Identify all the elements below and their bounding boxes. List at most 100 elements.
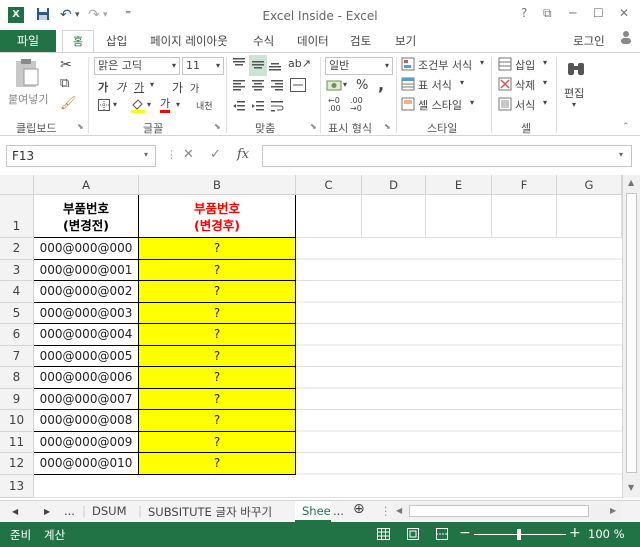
tab-file[interactable]: 파일 <box>0 30 56 52</box>
cell-a[interactable]: 000@000@006 <box>34 367 139 389</box>
cell-a[interactable]: 000@000@005 <box>34 345 139 367</box>
fill-color-icon[interactable] <box>130 97 146 116</box>
tab-review[interactable]: 검토 <box>350 33 371 49</box>
login-link[interactable]: 로그인 <box>573 33 605 49</box>
phonetic-button[interactable]: 내천 <box>196 99 213 112</box>
underline-dropdown-icon[interactable]: ▾ <box>150 80 154 89</box>
conditional-formatting-icon[interactable] <box>401 57 415 74</box>
decrease-decimal-icon[interactable]: .00 →0 <box>350 97 363 113</box>
editing-dropdown-icon[interactable]: ▾ <box>572 100 576 109</box>
cell-b[interactable]: ? <box>139 410 296 432</box>
delete-cells-icon[interactable] <box>498 77 512 94</box>
sheet-ellipsis-right[interactable]: ... <box>333 504 344 518</box>
cell-b[interactable]: ? <box>139 388 296 410</box>
enter-entry-icon[interactable]: ✓ <box>210 147 221 162</box>
increase-indent-icon[interactable] <box>251 99 265 116</box>
horizontal-scrollbar[interactable]: ◀ ▶ <box>393 503 622 520</box>
align-left-icon[interactable] <box>232 78 246 95</box>
font-color-dropdown-icon[interactable]: ▾ <box>176 100 180 109</box>
cell-a[interactable]: 000@000@009 <box>34 431 139 453</box>
font-launcher-icon[interactable]: ⬊ <box>214 122 221 131</box>
sheet-tab-dsum[interactable]: DSUM <box>92 504 127 518</box>
column-header-c[interactable]: C <box>296 175 362 195</box>
name-box-dropdown-icon[interactable]: ▾ <box>144 150 148 159</box>
cell-a[interactable]: 000@000@000 <box>34 238 139 260</box>
column-header-d[interactable]: D <box>362 175 426 195</box>
bold-button[interactable]: 가 <box>98 79 108 95</box>
format-painter-icon[interactable]: 🖌 <box>60 96 77 111</box>
horizontal-scroll-thumb[interactable] <box>409 505 589 517</box>
format-as-table-dropdown-icon[interactable]: ▾ <box>460 78 464 87</box>
font-name-combo[interactable]: 맑은 고딕 ▾ <box>94 57 180 75</box>
name-box[interactable]: F13 <box>6 145 156 167</box>
column-header-g[interactable]: G <box>557 175 622 195</box>
cell-a1[interactable]: 부품번호 (변경전) <box>34 195 139 238</box>
collapse-ribbon-icon[interactable]: ⌃ <box>622 122 630 132</box>
align-bottom-icon[interactable] <box>268 57 282 74</box>
binoculars-icon[interactable] <box>566 59 586 80</box>
comma-button[interactable]: , <box>378 75 384 94</box>
conditional-formatting-dropdown-icon[interactable]: ▾ <box>480 58 484 67</box>
delete-cells-dropdown-icon[interactable]: ▾ <box>543 78 547 87</box>
sheet-tab-active[interactable]: Shee <box>295 501 331 522</box>
cell-a[interactable]: 000@000@008 <box>34 410 139 432</box>
cell-b[interactable]: ? <box>139 367 296 389</box>
column-header-a[interactable]: A <box>34 175 139 195</box>
insert-cells-dropdown-icon[interactable]: ▾ <box>543 58 547 67</box>
cancel-entry-icon[interactable]: ✕ <box>183 147 194 162</box>
column-header-f[interactable]: F <box>492 175 557 195</box>
conditional-formatting-button[interactable]: 조건부 서식 <box>418 57 472 73</box>
scroll-left-icon[interactable]: ◀ <box>396 506 402 515</box>
borders-dropdown-icon[interactable]: ▾ <box>113 100 117 109</box>
tab-page-layout[interactable]: 페이지 레이아웃 <box>150 33 228 49</box>
cell-a[interactable]: 000@000@007 <box>34 388 139 410</box>
format-as-table-button[interactable]: 표 서식 <box>418 77 452 93</box>
font-color-button[interactable]: 가 <box>160 98 171 113</box>
ribbon-display-button[interactable]: ⧉ <box>543 6 552 21</box>
cell-e1[interactable] <box>426 195 492 238</box>
align-right-icon[interactable] <box>270 78 284 95</box>
row-header[interactable]: 7 <box>0 345 34 367</box>
fill-color-dropdown-icon[interactable]: ▾ <box>147 100 151 109</box>
row-header[interactable]: 9 <box>0 388 34 410</box>
borders-icon[interactable] <box>98 99 110 114</box>
normal-view-icon[interactable] <box>377 528 390 543</box>
cell-a[interactable]: 000@000@001 <box>34 259 139 281</box>
row-header[interactable]: 5 <box>0 302 34 324</box>
zoom-slider-thumb[interactable] <box>517 529 521 540</box>
row-header[interactable]: 8 <box>0 367 34 389</box>
cell-b[interactable]: ? <box>139 453 296 475</box>
row-header[interactable]: 4 <box>0 281 34 303</box>
scroll-down-icon[interactable]: ▼ <box>628 483 634 492</box>
cell-c1[interactable] <box>296 195 362 238</box>
formula-input[interactable] <box>262 145 632 167</box>
cell-a[interactable]: 000@000@010 <box>34 453 139 475</box>
cell-b[interactable]: ? <box>139 238 296 260</box>
cell-a[interactable]: 000@000@003 <box>34 302 139 324</box>
cell-styles-dropdown-icon[interactable]: ▾ <box>470 98 474 107</box>
number-format-combo[interactable]: 일반 ▾ <box>325 57 393 75</box>
font-size-combo[interactable]: 11 ▾ <box>182 57 224 75</box>
paste-button[interactable]: 붙여넣기 <box>8 91 48 107</box>
cell-g1[interactable] <box>557 195 622 238</box>
tab-view[interactable]: 보기 <box>395 33 416 49</box>
row-header[interactable]: 10 <box>0 410 34 432</box>
row-header[interactable]: 6 <box>0 324 34 346</box>
italic-button[interactable]: 가 <box>116 79 126 95</box>
cell-b[interactable]: ? <box>139 324 296 346</box>
decrease-indent-icon[interactable] <box>232 99 246 116</box>
editing-button[interactable]: 편집 <box>564 85 584 101</box>
insert-function-icon[interactable]: fx <box>237 147 249 162</box>
insert-cells-button[interactable]: 삽입 <box>515 57 535 73</box>
page-layout-view-icon[interactable] <box>407 528 419 543</box>
percent-button[interactable]: % <box>356 78 368 93</box>
cell-f1[interactable] <box>492 195 557 238</box>
cell-b[interactable]: ? <box>139 281 296 303</box>
zoom-level[interactable]: 100 % <box>588 527 625 541</box>
cell-b[interactable]: ? <box>139 345 296 367</box>
cell-a[interactable]: 000@000@002 <box>34 281 139 303</box>
add-sheet-icon[interactable]: ⊕ <box>353 501 365 517</box>
number-launcher-icon[interactable]: ⬊ <box>384 122 391 131</box>
column-header-b[interactable]: B <box>139 175 296 195</box>
delete-cells-button[interactable]: 삭제 <box>515 77 535 93</box>
